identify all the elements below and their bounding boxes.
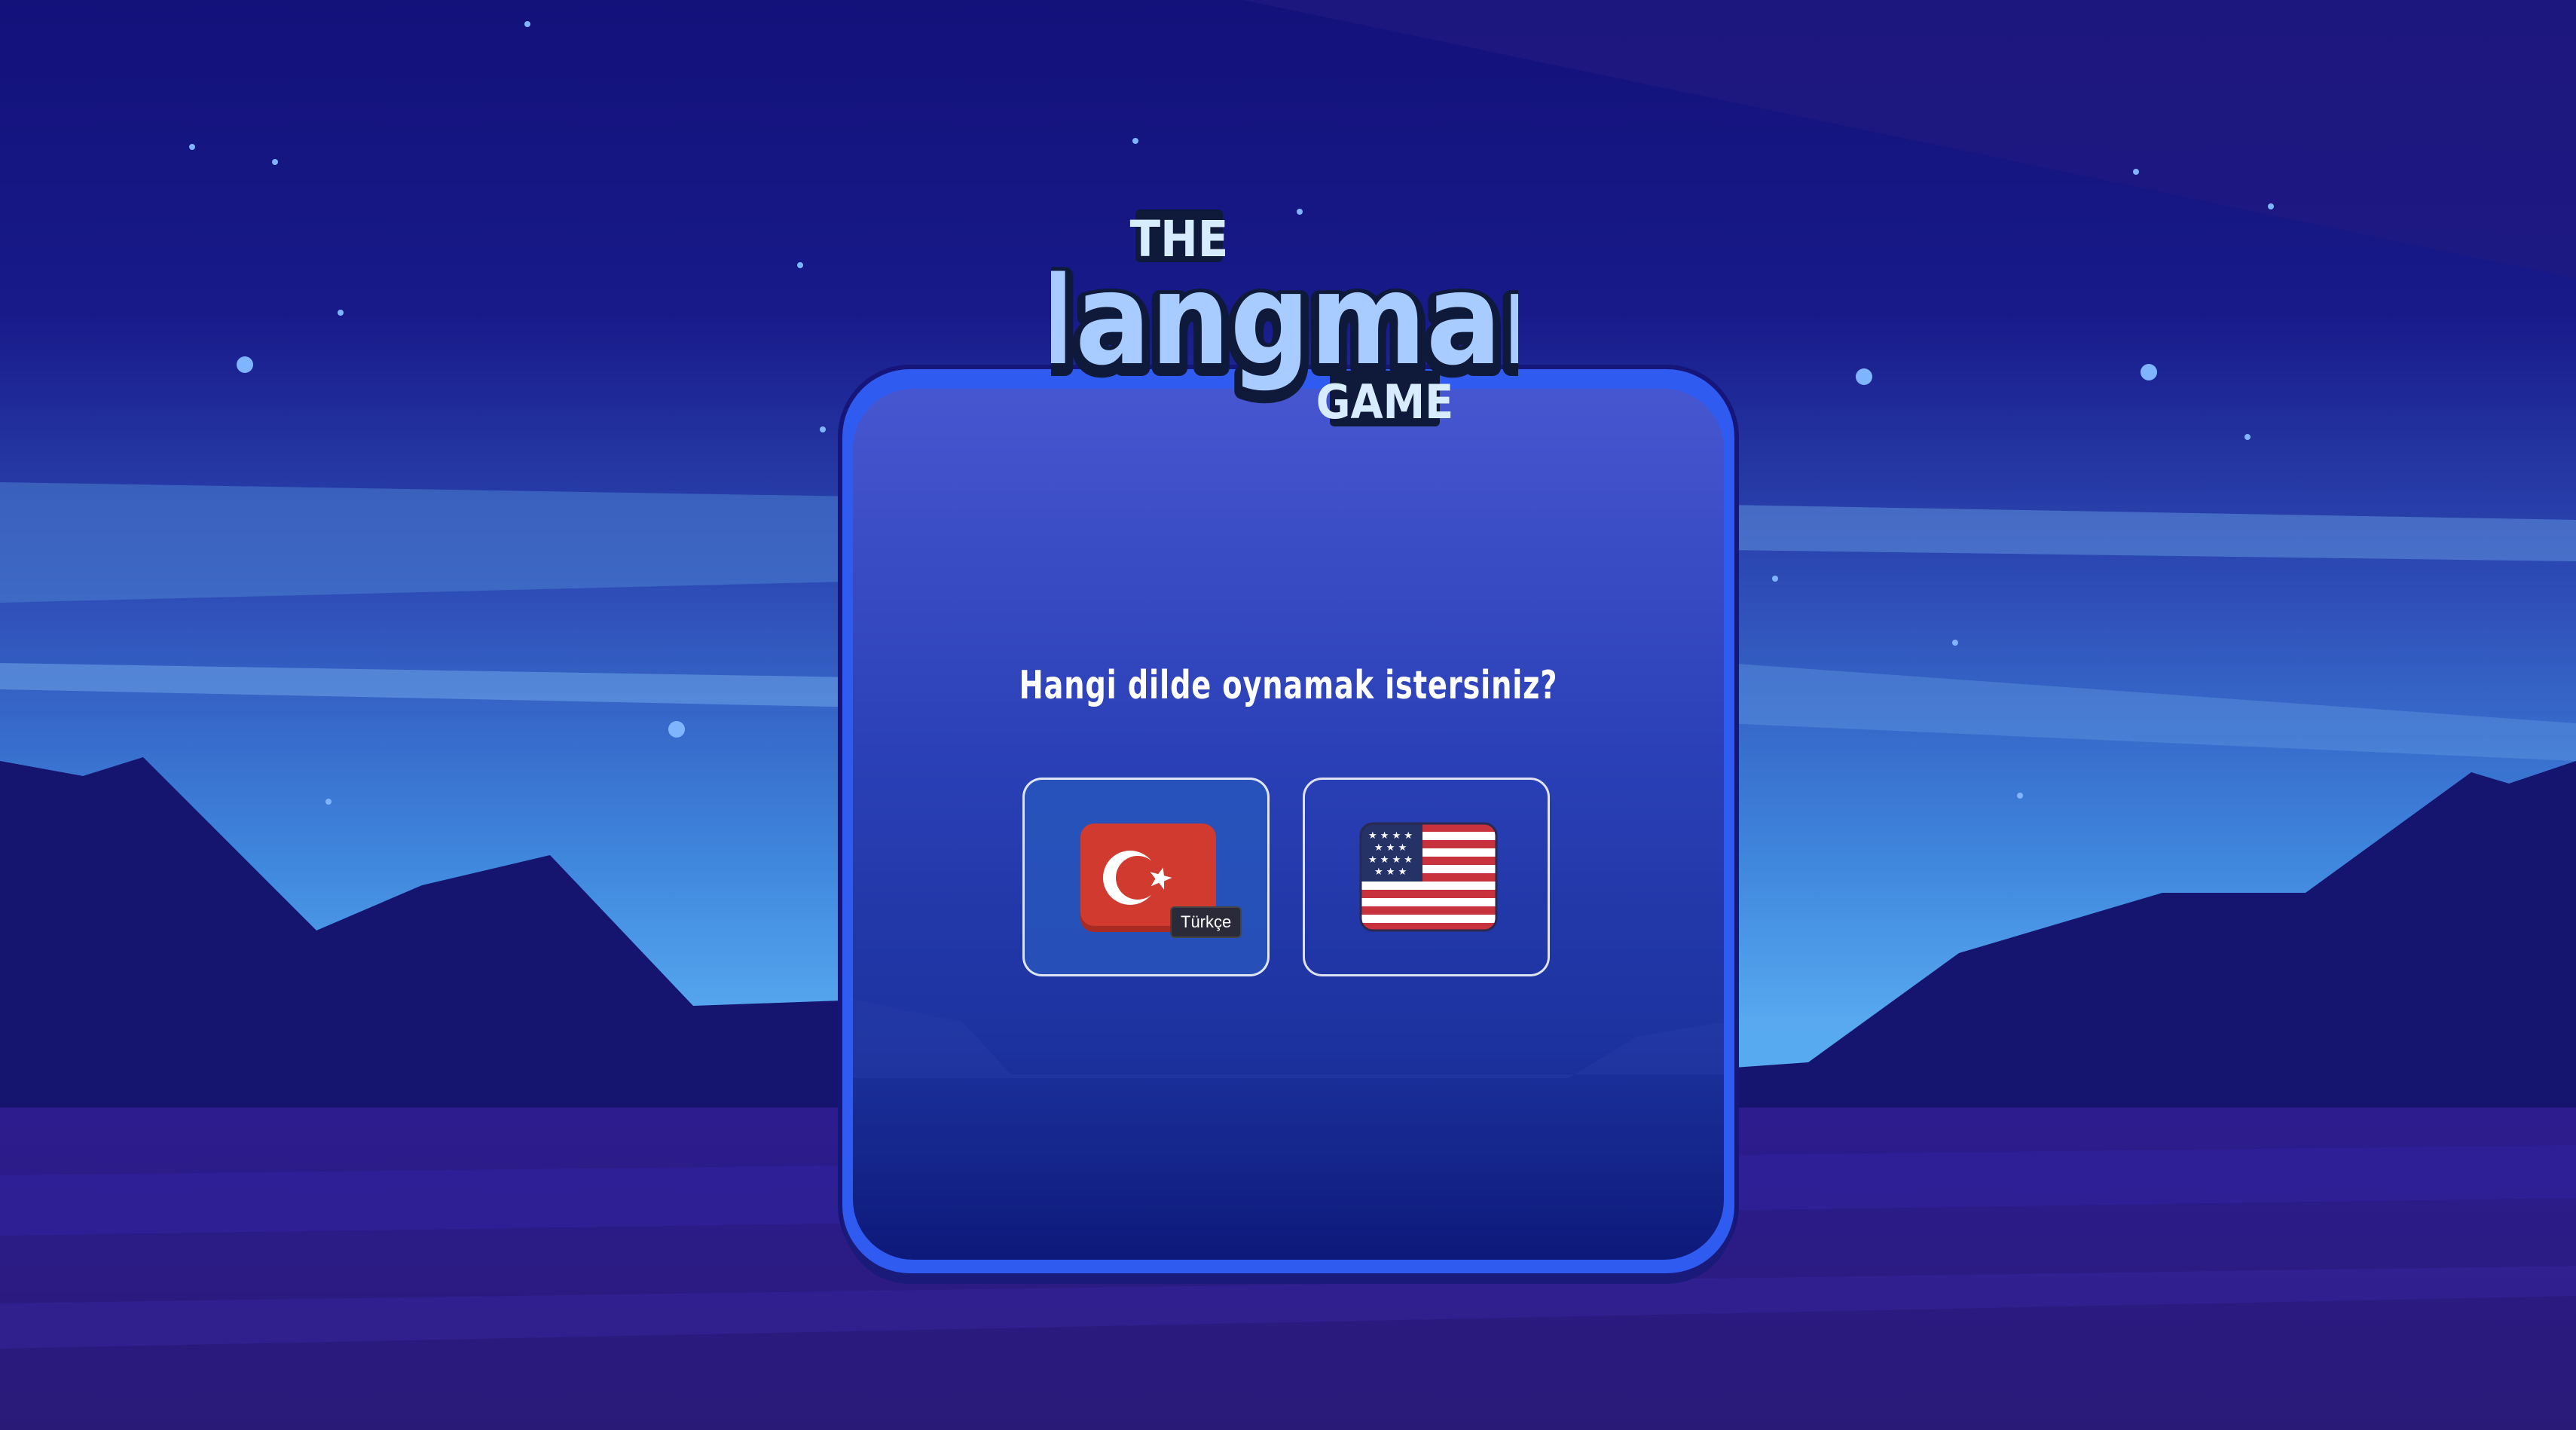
svg-text:★ ★ ★ ★: ★ ★ ★ ★ — [1368, 854, 1413, 866]
svg-text:★ ★ ★: ★ ★ ★ — [1374, 842, 1407, 854]
usa-flag-icon: ★ ★ ★ ★ ★ ★ ★ ★ ★ ★ ★ ★ ★ ★ — [1359, 822, 1498, 932]
panel-body — [853, 389, 1724, 1260]
language-button-turkish[interactable] — [1022, 778, 1270, 976]
language-button-english[interactable]: ★ ★ ★ ★ ★ ★ ★ ★ ★ ★ ★ ★ ★ ★ — [1303, 778, 1550, 976]
svg-text:★ ★ ★ ★: ★ ★ ★ ★ — [1368, 830, 1413, 842]
language-panel — [842, 369, 1734, 1273]
logo-title: Hangman — [1051, 246, 1518, 393]
turkish-tooltip: Türkçe — [1170, 906, 1242, 938]
language-question: Hangi dilde oynamak istersiniz? — [1019, 663, 1558, 708]
svg-text:★ ★ ★: ★ ★ ★ — [1374, 866, 1407, 878]
logo-game: GAME — [1316, 374, 1454, 429]
hangman-game-logo: THE Hangman Hangman GAME — [1051, 209, 1518, 429]
panel-mountain-silhouette — [853, 999, 1724, 1078]
